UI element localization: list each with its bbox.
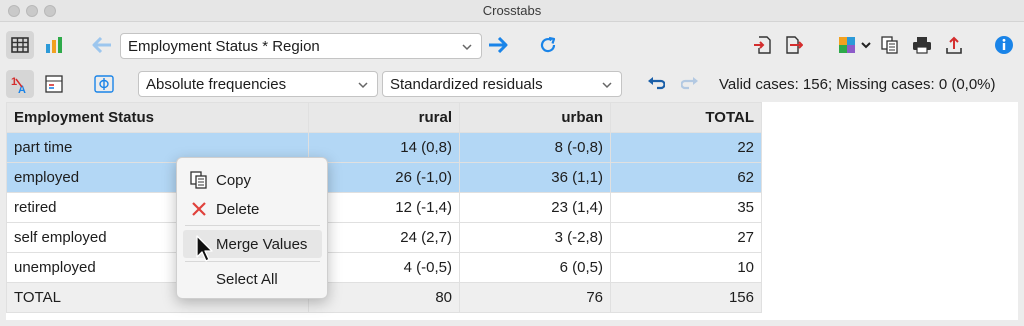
crosstab-table-area: Employment Status rural urban TOTAL part… xyxy=(6,102,1018,320)
cell-urban[interactable]: 36 (1,1) xyxy=(459,162,611,193)
chart-view-icon[interactable] xyxy=(40,31,68,59)
filter-phi-icon[interactable] xyxy=(90,70,118,98)
puzzle-icon[interactable] xyxy=(836,33,858,57)
cell-urban[interactable]: 8 (-0,8) xyxy=(459,132,611,163)
case-count-status: Valid cases: 156; Missing cases: 0 (0,0%… xyxy=(719,76,996,93)
column-header-employment-status[interactable]: Employment Status xyxy=(6,102,309,133)
menu-item-delete[interactable]: Delete xyxy=(183,195,322,223)
cell-rural[interactable]: 14 (0,8) xyxy=(308,132,460,163)
chevron-down-icon xyxy=(601,78,613,95)
table-view-icon[interactable] xyxy=(6,31,34,59)
redo-icon[interactable] xyxy=(678,72,702,96)
cell-urban[interactable]: 6 (0,5) xyxy=(459,252,611,283)
menu-item-label: Merge Values xyxy=(216,236,308,253)
column-header-urban[interactable]: urban xyxy=(459,102,611,133)
menu-separator xyxy=(185,225,320,226)
share-icon[interactable] xyxy=(942,33,966,57)
column-header-total[interactable]: TOTAL xyxy=(610,102,762,133)
context-menu: Copy Delete Merge Values Select All xyxy=(176,157,328,299)
table-row[interactable]: part time 14 (0,8) 8 (-0,8) 22 xyxy=(6,132,762,163)
table-total-row: TOTAL 80 76 156 xyxy=(6,282,762,313)
chevron-down-icon[interactable] xyxy=(858,33,874,57)
table-selector-dropdown[interactable]: Employment Status * Region xyxy=(120,33,482,59)
table-row[interactable]: employed 26 (-1,0) 36 (1,1) 62 xyxy=(6,162,762,193)
info-icon[interactable] xyxy=(992,33,1016,57)
residual-mode-dropdown[interactable]: Standardized residuals xyxy=(382,71,622,97)
window-title: Crosstabs xyxy=(482,3,542,18)
cell-rural[interactable]: 24 (2,7) xyxy=(308,222,460,253)
display-mode-value: Absolute frequencies xyxy=(146,75,287,93)
display-mode-dropdown[interactable]: Absolute frequencies xyxy=(138,71,378,97)
column-header-rural[interactable]: rural xyxy=(308,102,460,133)
cell-urban[interactable]: 3 (-2,8) xyxy=(459,222,611,253)
svg-text:A: A xyxy=(18,84,26,95)
table-header-row: Employment Status rural urban TOTAL xyxy=(6,102,762,133)
cell-total[interactable]: 62 xyxy=(610,162,762,193)
copy-icon xyxy=(190,171,208,193)
table-row[interactable]: self employed 24 (2,7) 3 (-2,8) 27 xyxy=(6,222,762,253)
cell-rural[interactable]: 4 (-0,5) xyxy=(308,252,460,283)
previous-table-arrow-icon[interactable] xyxy=(90,33,114,57)
cell-total: 156 xyxy=(610,282,762,313)
copy-table-icon[interactable] xyxy=(878,33,902,57)
menu-item-copy[interactable]: Copy xyxy=(183,166,322,194)
table-selector-value: Employment Status * Region xyxy=(128,37,320,55)
mouse-cursor-icon xyxy=(194,234,216,264)
cell-rural[interactable]: 12 (-1,4) xyxy=(308,192,460,223)
chevron-down-icon xyxy=(357,78,369,95)
svg-text:1: 1 xyxy=(11,76,17,88)
next-table-arrow-icon[interactable] xyxy=(486,33,510,57)
title-bar: Crosstabs xyxy=(0,0,1024,22)
cell-total[interactable]: 27 xyxy=(610,222,762,253)
table-row[interactable]: unemployed 4 (-0,5) 6 (0,5) 10 xyxy=(6,252,762,283)
cell-total[interactable]: 10 xyxy=(610,252,762,283)
cell-rural: 80 xyxy=(308,282,460,313)
menu-item-select-all[interactable]: Select All xyxy=(183,265,322,293)
menu-item-label: Copy xyxy=(216,172,252,189)
delete-x-icon xyxy=(190,200,208,222)
cell-total[interactable]: 35 xyxy=(610,192,762,223)
cell-urban[interactable]: 23 (1,4) xyxy=(459,192,611,223)
import-icon[interactable] xyxy=(750,33,774,57)
layout-toggle-icon[interactable] xyxy=(40,70,68,98)
menu-item-label: Select All xyxy=(216,271,278,288)
crosstab-table: Employment Status rural urban TOTAL part… xyxy=(6,102,762,313)
cell-urban: 76 xyxy=(459,282,611,313)
print-icon[interactable] xyxy=(910,33,934,57)
cell-rural[interactable]: 26 (-1,0) xyxy=(308,162,460,193)
main-toolbar: Employment Status * Region xyxy=(0,28,1024,64)
cell-total[interactable]: 22 xyxy=(610,132,762,163)
export-icon[interactable] xyxy=(782,33,806,57)
options-toolbar: 1A Absolute frequencies Standardized res… xyxy=(0,66,1024,102)
residual-mode-value: Standardized residuals xyxy=(390,75,543,93)
refresh-icon[interactable] xyxy=(536,33,560,57)
undo-icon[interactable] xyxy=(644,72,668,96)
table-row[interactable]: retired 12 (-1,4) 23 (1,4) 35 xyxy=(6,192,762,223)
chevron-down-icon xyxy=(461,40,473,57)
sort-values-icon[interactable]: 1A xyxy=(6,70,34,98)
crosstabs-window: Crosstabs Employment Status * Region 1 A… xyxy=(0,0,1024,326)
menu-item-label: Delete xyxy=(216,201,260,218)
